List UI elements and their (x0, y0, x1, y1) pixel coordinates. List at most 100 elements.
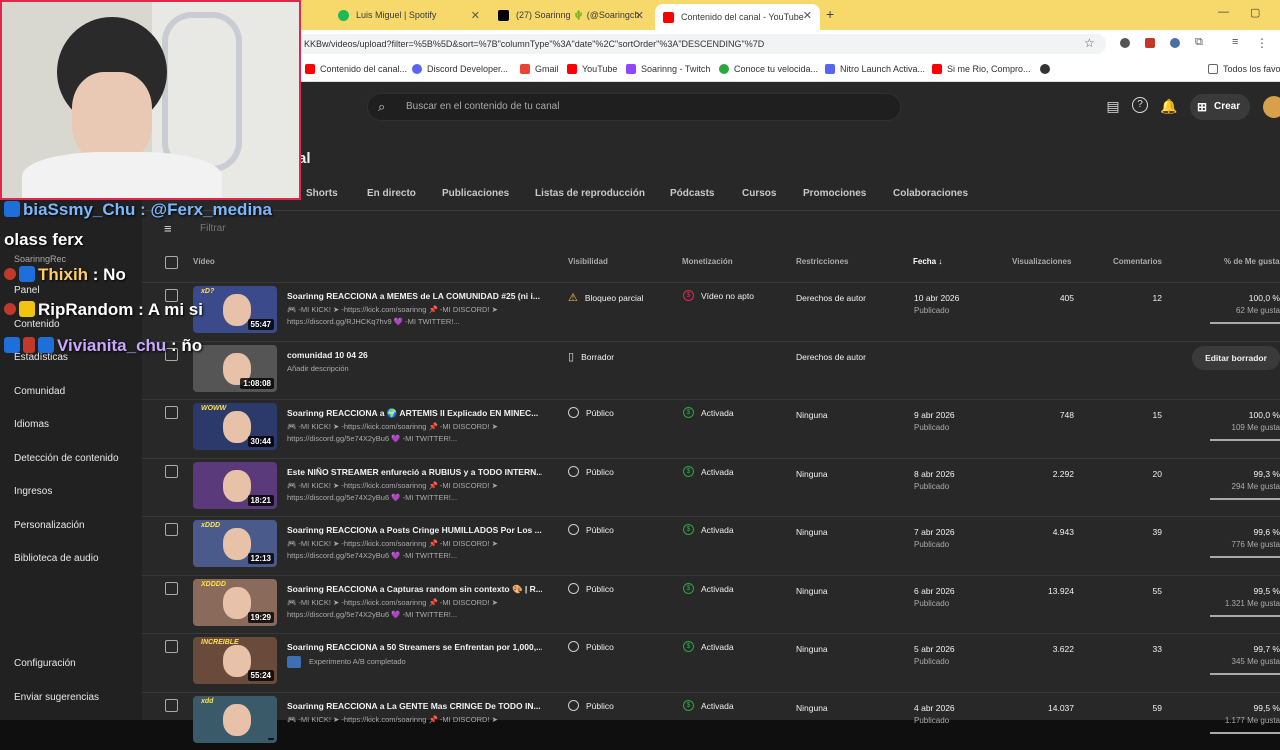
tab-posts[interactable]: Publicaciones (442, 188, 509, 199)
maximize-icon[interactable]: ▢ (1250, 6, 1260, 19)
restrictions-cell[interactable]: Derechos de autor (796, 352, 866, 362)
sidebar-item-earn[interactable]: Ingresos (14, 486, 52, 497)
bookmark-item[interactable]: Contenido del canal... (305, 64, 407, 74)
row-checkbox[interactable] (165, 582, 178, 595)
table-row[interactable]: 1:08:08 comunidad 10 04 26 Añadir descripc… (142, 341, 1280, 399)
close-icon[interactable]: ✕ (803, 9, 812, 22)
url-field[interactable]: KKBw/videos/upload?filter=%5B%5D&sort=%7… (296, 34, 1106, 54)
video-title[interactable]: Soarinng REACCIONA a La GENTE Mas CRINGE… (287, 701, 542, 711)
select-all-checkbox[interactable] (165, 256, 178, 269)
video-title[interactable]: Soarinng REACCIONA a Posts Cringe HUMILL… (287, 525, 542, 535)
visibility-cell[interactable]: ▯ Borrador (568, 350, 614, 363)
bookmark-item[interactable] (1040, 64, 1055, 74)
video-title[interactable]: Este NIÑO STREAMER enfureció a RUBIUS y … (287, 467, 542, 477)
table-row[interactable]: INCREIBLE 55:24 Soarinng REACCIONA a 50 St… (142, 633, 1280, 691)
header-date[interactable]: Fecha ↓ (913, 257, 942, 266)
bookmark-item[interactable]: Si me Rio, Compro... (932, 64, 1031, 74)
avatar[interactable] (1263, 96, 1280, 118)
video-thumbnail[interactable]: XDDDD 19:29 (193, 579, 277, 626)
sidebar-item-content[interactable]: Contenido (14, 319, 60, 330)
all-bookmarks[interactable]: Todos los favor (1208, 64, 1280, 74)
restrictions-cell[interactable]: Ninguna (796, 410, 828, 420)
sidebar-item-feedback[interactable]: Enviar sugerencias (14, 692, 99, 703)
sidebar-item-settings[interactable]: Configuración (14, 658, 76, 669)
visibility-cell[interactable]: Público (568, 583, 614, 595)
table-row[interactable]: WOWW 30:44 Soarinng REACCIONA a 🌍 ARTEMIS … (142, 399, 1280, 457)
tab-podcasts[interactable]: Pódcasts (670, 188, 714, 199)
puzzle-icon[interactable]: ⧉ (1195, 36, 1203, 49)
video-title[interactable]: Soarinng REACCIONA a 🌍 ARTEMIS II Explic… (287, 408, 542, 419)
restrictions-cell[interactable]: Ninguna (796, 644, 828, 654)
visibility-cell[interactable]: Público (568, 407, 614, 419)
close-icon[interactable]: ✕ (635, 9, 644, 22)
video-title[interactable]: comunidad 10 04 26 (287, 350, 542, 360)
row-checkbox[interactable] (165, 640, 178, 653)
table-row[interactable]: xDDD 12:13 Soarinng REACCIONA a Posts Crin… (142, 516, 1280, 574)
restrictions-cell[interactable]: Ninguna (796, 586, 828, 596)
table-row[interactable]: xdd Soarinng REACCIONA a La GENTE Mas CRI… (142, 692, 1280, 750)
menu-icon[interactable]: ≡ (1232, 36, 1238, 48)
bookmark-item[interactable]: YouTube (567, 64, 617, 74)
monetization-cell[interactable]: $ Vídeo no apto (683, 290, 754, 302)
search-input[interactable]: ⌕ Buscar en el contenido de tu canal (367, 93, 901, 121)
tab-twitter[interactable]: (27) Soarinng 🌵 (@Soaringch ✕ (490, 4, 652, 26)
tab-live[interactable]: En directo (367, 188, 416, 199)
video-thumbnail[interactable]: xD? 55:47 (193, 286, 277, 333)
video-title[interactable]: Soarinng REACCIONA a 50 Streamers se Enf… (287, 642, 542, 652)
sidebar-item-customization[interactable]: Personalización (14, 520, 85, 531)
row-checkbox[interactable] (165, 465, 178, 478)
video-thumbnail[interactable]: 1:08:08 (193, 345, 277, 392)
extension-icon[interactable] (1120, 38, 1130, 48)
video-thumbnail[interactable]: INCREIBLE 55:24 (193, 637, 277, 684)
visibility-cell[interactable]: Público (568, 641, 614, 653)
table-row[interactable]: xD? 55:47 Soarinng REACCIONA a MEMES de LA… (142, 282, 1280, 340)
restrictions-cell[interactable]: Ninguna (796, 703, 828, 713)
tab-shorts[interactable]: Shorts (306, 188, 338, 199)
monetization-cell[interactable]: $ Activada (683, 524, 734, 536)
comments-icon[interactable]: ▤ (1104, 97, 1122, 115)
row-checkbox[interactable] (165, 406, 178, 419)
tab-collaborations[interactable]: Colaboraciones (893, 188, 968, 199)
table-row[interactable]: 18:21 Este NIÑO STREAMER enfureció a RUBI… (142, 458, 1280, 516)
bookmark-item[interactable]: Conoce tu velocida... (719, 64, 818, 74)
video-title[interactable]: Soarinng REACCIONA a MEMES de LA COMUNID… (287, 291, 542, 301)
kebab-menu-icon[interactable]: ⋮ (1256, 36, 1268, 50)
extension-icon[interactable] (1170, 38, 1180, 48)
video-thumbnail[interactable]: 18:21 (193, 462, 277, 509)
row-checkbox[interactable] (165, 699, 178, 712)
bookmark-item[interactable]: Discord Developer... (412, 64, 508, 74)
tab-promotions[interactable]: Promociones (803, 188, 866, 199)
row-checkbox[interactable] (165, 523, 178, 536)
sidebar-item-panel[interactable]: Panel (14, 285, 40, 296)
bookmark-item[interactable]: Nitro Launch Activa... (825, 64, 925, 74)
monetization-cell[interactable]: $ Activada (683, 583, 734, 595)
restrictions-cell[interactable]: Ninguna (796, 527, 828, 537)
close-icon[interactable]: ✕ (471, 9, 480, 22)
star-icon[interactable]: ☆ (1084, 36, 1095, 50)
tab-courses[interactable]: Cursos (742, 188, 776, 199)
restrictions-cell[interactable]: Ninguna (796, 469, 828, 479)
visibility-cell[interactable]: ⚠ Bloqueo parcial (568, 291, 643, 304)
video-title[interactable]: Soarinng REACCIONA a Capturas random sin… (287, 584, 542, 595)
help-icon[interactable]: ? (1132, 97, 1148, 113)
table-row[interactable]: XDDDD 19:29 Soarinng REACCIONA a Capturas … (142, 575, 1280, 633)
sidebar-item-community[interactable]: Comunidad (14, 386, 65, 397)
minimize-icon[interactable]: — (1218, 6, 1229, 18)
create-button[interactable]: ⊞ Crear (1190, 94, 1250, 120)
new-tab-button[interactable]: + (826, 6, 834, 22)
restrictions-cell[interactable]: Derechos de autor (796, 293, 866, 303)
monetization-cell[interactable]: $ Activada (683, 700, 734, 712)
sidebar-item-audio-library[interactable]: Biblioteca de audio (14, 553, 99, 564)
visibility-cell[interactable]: Público (568, 700, 614, 712)
sidebar-item-languages[interactable]: Idiomas (14, 419, 49, 430)
video-thumbnail[interactable]: WOWW 30:44 (193, 403, 277, 450)
monetization-cell[interactable]: $ Activada (683, 641, 734, 653)
filter-icon[interactable]: ≡ (164, 221, 172, 236)
bell-icon[interactable]: 🔔 (1160, 97, 1178, 115)
monetization-cell[interactable]: $ Activada (683, 466, 734, 478)
tab-spotify[interactable]: Luis Miguel | Spotify ✕ (330, 4, 488, 26)
filter-input[interactable]: Filtrar (200, 223, 226, 234)
tab-youtube-studio[interactable]: Contenido del canal - YouTube ✕ (655, 4, 820, 30)
visibility-cell[interactable]: Público (568, 466, 614, 478)
visibility-cell[interactable]: Público (568, 524, 614, 536)
